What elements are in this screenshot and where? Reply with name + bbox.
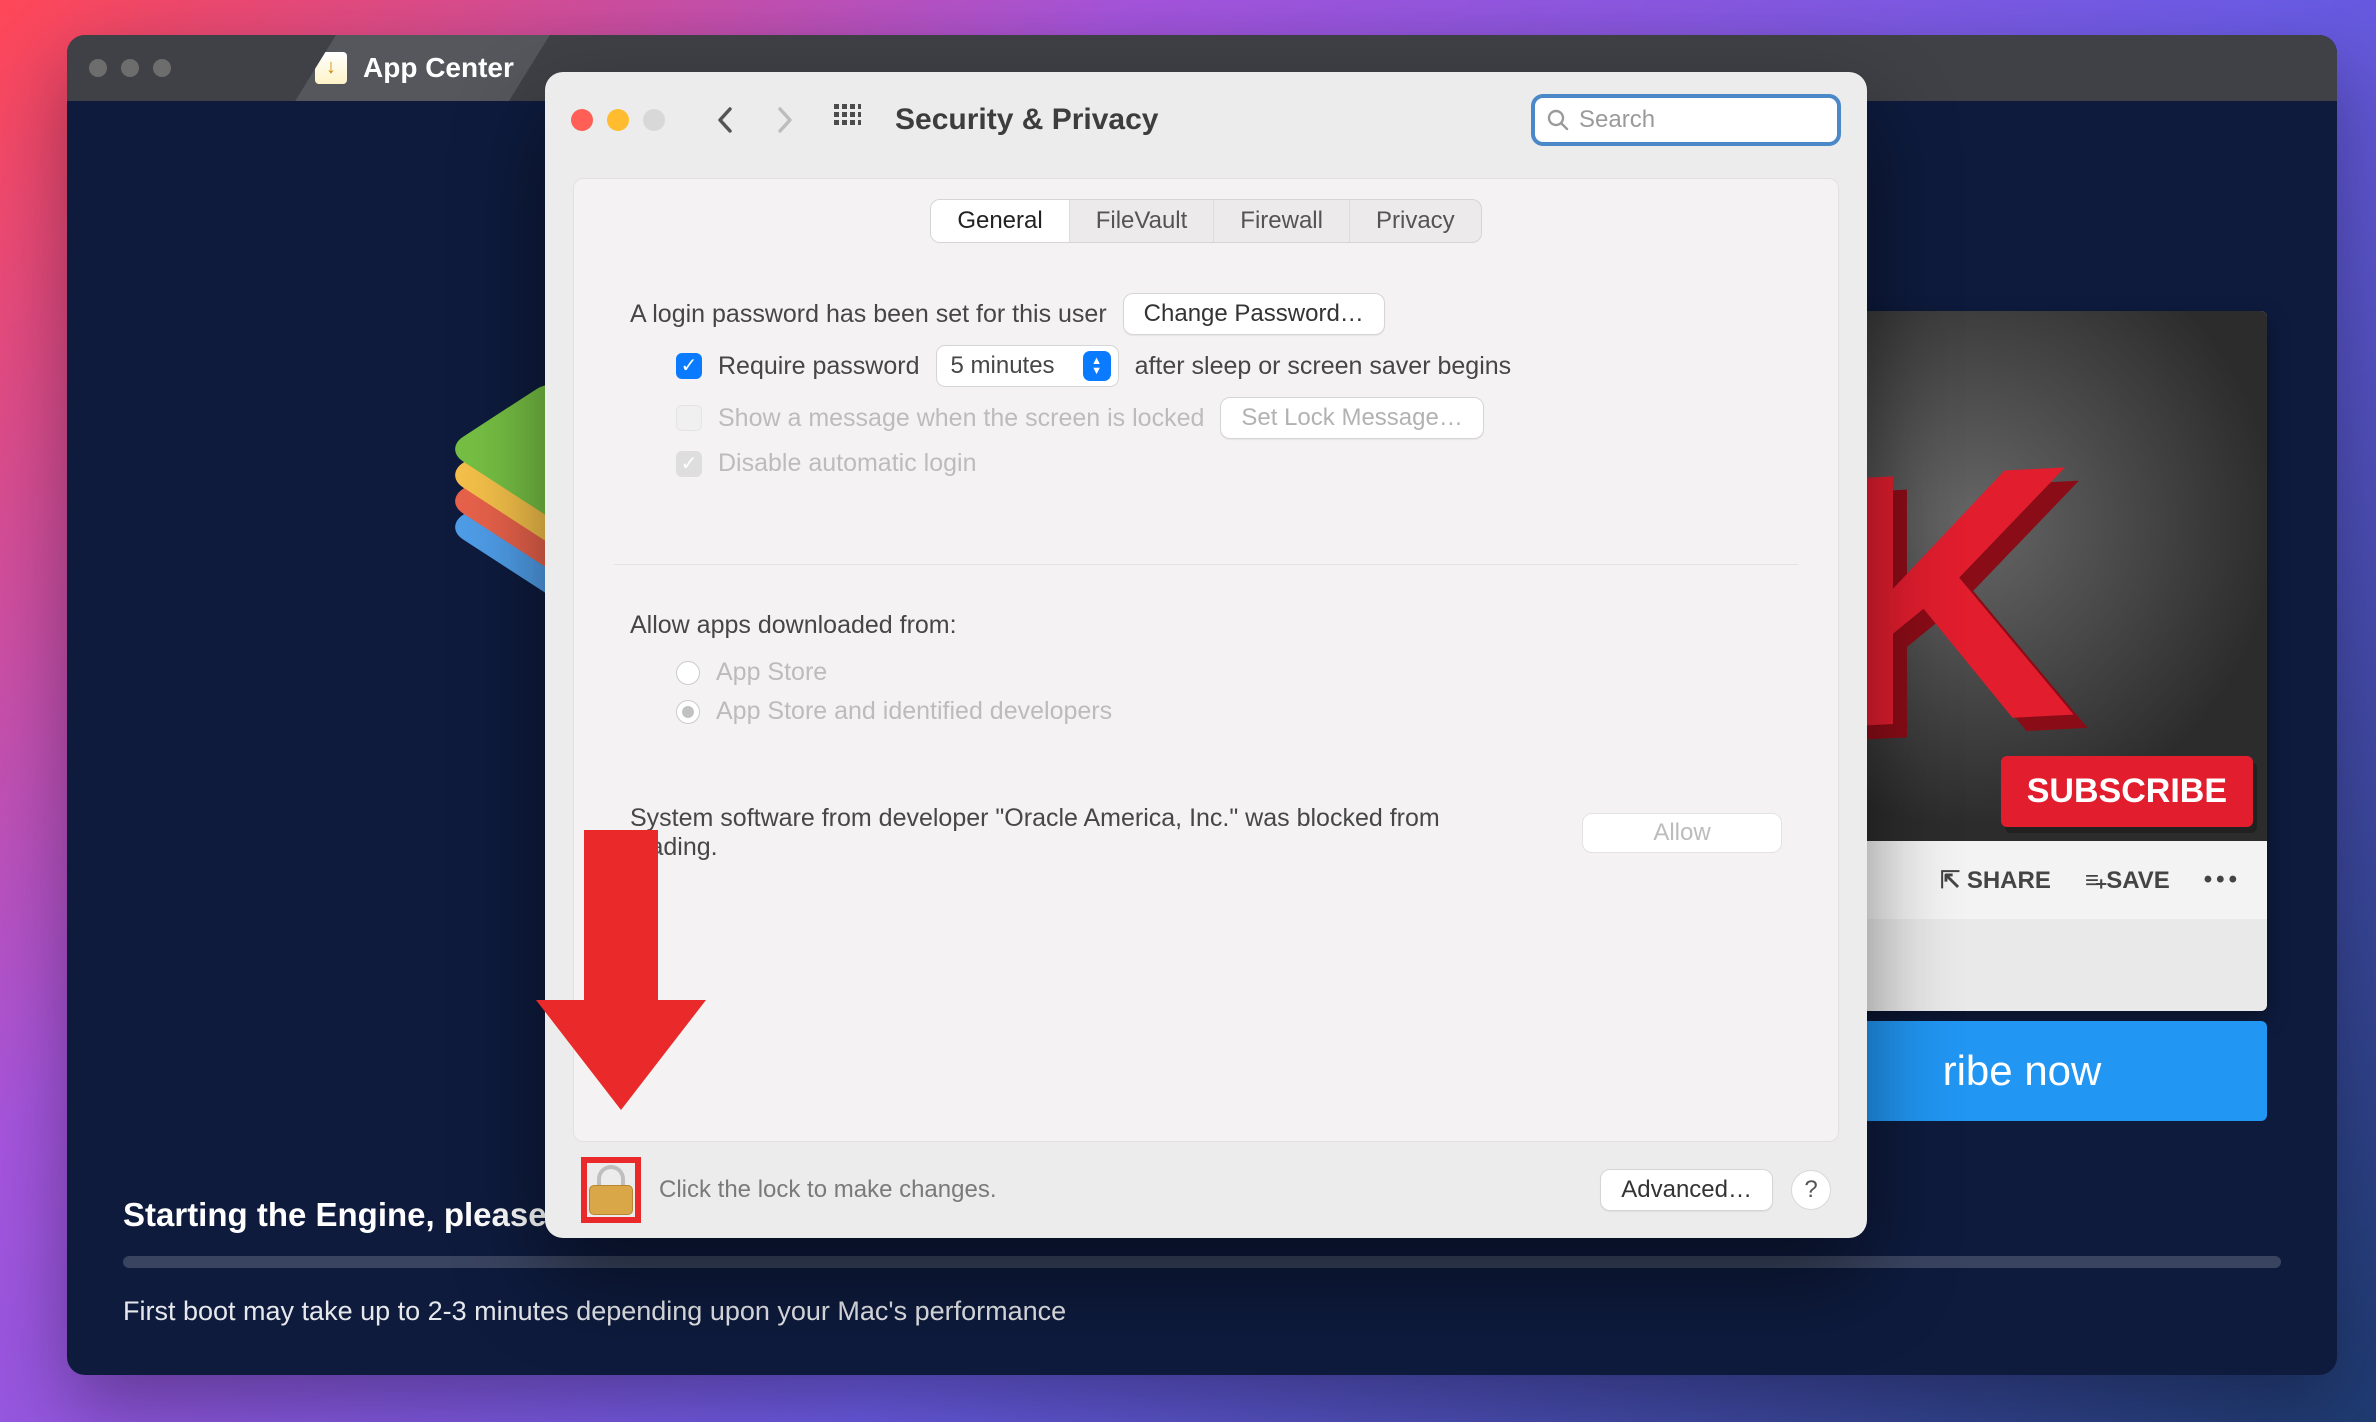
- login-password-text: A login password has been set for this u…: [630, 300, 1107, 329]
- tab-general[interactable]: General: [931, 200, 1069, 242]
- subscribe-badge[interactable]: SUBSCRIBE: [2001, 756, 2253, 827]
- radio-app-store: [676, 661, 700, 685]
- app-center-tab-title: App Center: [363, 52, 514, 84]
- password-delay-value: 5 minutes: [951, 352, 1055, 380]
- search-icon: [1547, 109, 1569, 131]
- allow-apps-heading: Allow apps downloaded from:: [630, 611, 1782, 640]
- close-dot[interactable]: [89, 59, 107, 77]
- zoom-button-disabled: [643, 109, 665, 131]
- minimize-dot[interactable]: [121, 59, 139, 77]
- save-button[interactable]: SAVE: [2085, 866, 2170, 895]
- share-button[interactable]: SHARE: [1940, 866, 2051, 895]
- tab-filevault[interactable]: FileVault: [1070, 200, 1215, 242]
- blocked-software-message: System software from developer "Oracle A…: [630, 804, 1450, 862]
- segmented-tabs[interactable]: General FileVault Firewall Privacy: [930, 199, 1481, 243]
- radio-app-store-identified-label: App Store and identified developers: [716, 697, 1112, 726]
- nav-forward-button: [765, 100, 805, 140]
- set-lock-message-button: Set Lock Message…: [1220, 397, 1483, 439]
- annotation-lock-highlight: [581, 1157, 641, 1223]
- prefs-body: General FileVault Firewall Privacy A log…: [573, 178, 1839, 1142]
- show-message-checkbox: [676, 405, 702, 431]
- app-center-tab[interactable]: App Center: [295, 35, 550, 101]
- radio-app-store-identified: [676, 700, 700, 724]
- minimize-button[interactable]: [607, 109, 629, 131]
- app-center-icon: [315, 52, 347, 84]
- search-field[interactable]: [1531, 94, 1841, 146]
- grid-icon: [833, 103, 861, 131]
- status-line-2: First boot may take up to 2-3 minutes de…: [123, 1296, 2281, 1327]
- security-privacy-window: Security & Privacy General FileVault Fir…: [545, 72, 1867, 1238]
- window-title: Security & Privacy: [895, 103, 1158, 137]
- prefs-footer: Click the lock to make changes. Advanced…: [545, 1142, 1867, 1238]
- help-button[interactable]: ?: [1791, 1170, 1831, 1210]
- disable-auto-login-checkbox: [676, 451, 702, 477]
- more-button[interactable]: •••: [2204, 866, 2241, 894]
- section-divider: [614, 564, 1798, 565]
- advanced-button[interactable]: Advanced…: [1600, 1169, 1773, 1211]
- lock-icon[interactable]: [589, 1165, 633, 1215]
- show-all-button[interactable]: [833, 103, 861, 138]
- after-sleep-label: after sleep or screen saver begins: [1135, 352, 1512, 381]
- change-password-button[interactable]: Change Password…: [1123, 293, 1385, 335]
- require-password-checkbox[interactable]: [676, 353, 702, 379]
- lock-hint-text: Click the lock to make changes.: [659, 1176, 997, 1204]
- radio-app-store-label: App Store: [716, 658, 827, 687]
- zoom-dot[interactable]: [153, 59, 171, 77]
- tab-privacy[interactable]: Privacy: [1350, 200, 1481, 242]
- prefs-toolbar: Security & Privacy: [545, 72, 1867, 168]
- search-input[interactable]: [1579, 106, 1825, 134]
- traffic-lights[interactable]: [571, 109, 665, 131]
- disable-auto-login-label: Disable automatic login: [718, 449, 976, 478]
- require-password-label: Require password: [718, 352, 920, 381]
- traffic-lights-bg[interactable]: [89, 59, 171, 77]
- chevron-left-icon: [717, 107, 733, 133]
- allow-button: Allow: [1582, 813, 1782, 853]
- show-message-label: Show a message when the screen is locked: [718, 404, 1204, 433]
- close-button[interactable]: [571, 109, 593, 131]
- stepper-icon: ▲▼: [1083, 351, 1111, 381]
- progress-bar: [123, 1256, 2281, 1268]
- nav-back-button[interactable]: [705, 100, 745, 140]
- password-delay-select[interactable]: 5 minutes ▲▼: [936, 345, 1119, 387]
- tab-firewall[interactable]: Firewall: [1214, 200, 1350, 242]
- chevron-right-icon: [777, 107, 793, 133]
